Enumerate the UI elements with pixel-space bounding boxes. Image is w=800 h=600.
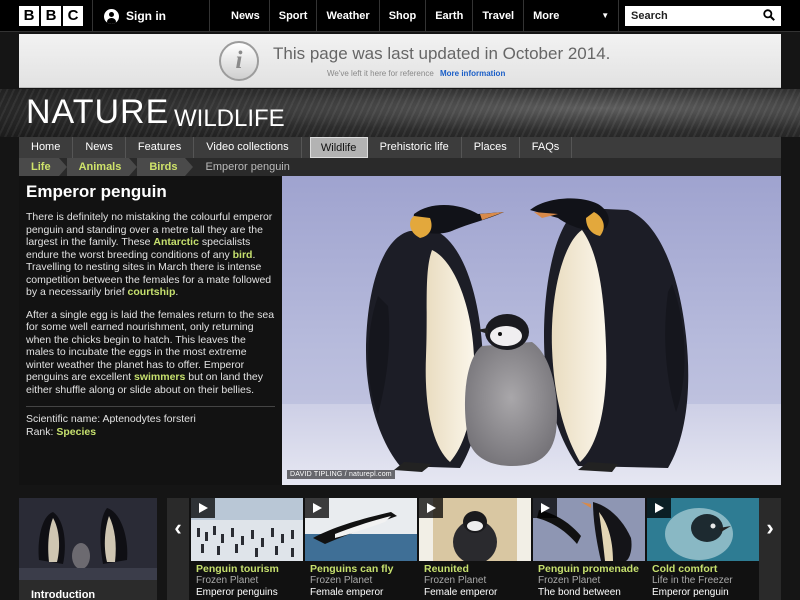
play-icon: [647, 498, 671, 518]
nature-header: NATURE WILDLIFE: [0, 89, 800, 137]
global-nav-travel[interactable]: Travel: [473, 0, 525, 32]
nav-news[interactable]: News: [73, 137, 126, 158]
bbc-logo[interactable]: B B C: [19, 6, 83, 26]
article-paragraph-2: After a single egg is laid the females r…: [26, 309, 275, 397]
breadcrumb-life[interactable]: Life: [19, 158, 67, 176]
clip-card[interactable]: Penguin promenade Frozen Planet The bond…: [533, 498, 645, 600]
hero-photo: DAVID TIPLING / naturepl.com: [282, 176, 781, 485]
clip-carousel: ‹ Penguin tourism Frozen Planet Emperor …: [167, 498, 781, 600]
archive-notice: i This page was last updated in October …: [19, 34, 781, 88]
p1-text-4: .: [175, 286, 179, 298]
rank: Rank: Species: [26, 426, 275, 439]
article-paragraph-1: There is definitely no mistaking the col…: [26, 211, 275, 299]
section-title[interactable]: WILDLIFE: [174, 105, 285, 133]
clip-description: Emperor penguins: [196, 587, 278, 598]
site-title[interactable]: NATURE: [26, 93, 169, 132]
nav-features[interactable]: Features: [126, 137, 195, 158]
introduction-thumbnail: [19, 498, 157, 580]
clip-programme: Frozen Planet: [538, 575, 601, 586]
search-icon[interactable]: [763, 9, 775, 21]
logo-letter-b2: B: [41, 6, 61, 26]
logo-letter-c: C: [63, 6, 83, 26]
breadcrumb-birds[interactable]: Birds: [137, 158, 194, 176]
play-icon: [419, 498, 443, 518]
clip-title: Cold comfort: [652, 563, 718, 575]
nav-video-collections[interactable]: Video collections: [194, 137, 302, 158]
search-input[interactable]: [625, 7, 755, 25]
nav-prehistoric-life[interactable]: Prehistoric life: [368, 137, 462, 158]
global-nav-shop[interactable]: Shop: [380, 0, 427, 32]
photo-credit: DAVID TIPLING / naturepl.com: [287, 470, 395, 479]
page-title: Emperor penguin: [26, 182, 167, 201]
more-information-link[interactable]: More information: [440, 69, 505, 78]
emperor-penguins-image: [282, 176, 781, 485]
link-bird[interactable]: bird: [233, 249, 253, 261]
info-icon: i: [219, 41, 259, 81]
carousel-prev-button[interactable]: ‹: [167, 498, 189, 600]
notice-message: This page was last updated in October 20…: [273, 44, 611, 63]
global-nav-more[interactable]: More ▼: [524, 0, 620, 32]
breadcrumb-current: Emperor penguin: [205, 161, 290, 173]
clip-title: Penguin promenade: [538, 563, 639, 575]
global-nav-earth[interactable]: Earth: [426, 0, 474, 32]
clip-title: Reunited: [424, 563, 469, 575]
rank-label: Rank:: [26, 426, 57, 438]
signin-button[interactable]: Sign in: [92, 0, 210, 32]
nav-home[interactable]: Home: [19, 137, 74, 158]
article-body: There is definitely no mistaking the col…: [26, 211, 275, 396]
logo-letter-b1: B: [19, 6, 39, 26]
notice-reference-text: We've left it here for reference: [327, 69, 434, 78]
bbc-global-bar: B B C Sign in News Sport Weather Shop Ea…: [0, 0, 800, 32]
breadcrumb-animals[interactable]: Animals: [66, 158, 138, 176]
link-species[interactable]: Species: [56, 426, 96, 438]
clip-description: Female emperor: [310, 587, 384, 598]
clip-programme: Frozen Planet: [310, 575, 373, 586]
link-courtship[interactable]: courtship: [128, 286, 176, 298]
scientific-name: Scientific name: Aptenodytes forsteri: [26, 413, 196, 425]
taxonomy-info: Scientific name: Aptenodytes forsteri Ra…: [26, 406, 275, 439]
introduction-card[interactable]: Introduction: [19, 498, 157, 600]
clip-description: Female emperor: [424, 587, 498, 598]
video-clip-strip: Introduction ‹ Penguin tourism Frozen Pl…: [19, 492, 781, 600]
nav-wildlife[interactable]: Wildlife: [309, 137, 368, 158]
global-nav-weather[interactable]: Weather: [317, 0, 380, 32]
clip-card[interactable]: Cold comfort Life in the Freezer Emperor…: [647, 498, 759, 600]
link-swimmers[interactable]: swimmers: [134, 371, 185, 383]
more-label: More: [533, 10, 560, 22]
breadcrumb: Life Animals Birds Emperor penguin: [19, 158, 781, 176]
clip-programme: Frozen Planet: [424, 575, 487, 586]
user-icon: [104, 8, 119, 24]
clip-description: Emperor penguin: [652, 587, 729, 598]
chevron-down-icon: ▼: [601, 11, 610, 20]
nav-faqs[interactable]: FAQs: [520, 137, 573, 158]
signin-label: Sign in: [126, 9, 166, 23]
clip-programme: Life in the Freezer: [652, 575, 733, 586]
global-nav: News Sport Weather Shop Earth Travel Mor…: [222, 0, 620, 32]
nav-places[interactable]: Places: [462, 137, 520, 158]
link-antarctic[interactable]: Antarctic: [153, 236, 199, 248]
play-icon: [533, 498, 557, 518]
search-box: [625, 6, 781, 26]
notice-subtext: We've left it here for reference More in…: [327, 69, 505, 78]
clip-card[interactable]: Penguin tourism Frozen Planet Emperor pe…: [191, 498, 303, 600]
clip-description: The bond between: [538, 587, 621, 598]
clip-title: Penguins can fly: [310, 563, 394, 575]
primary-nav: Home News Features Video collections Wil…: [19, 137, 781, 158]
play-icon: [191, 498, 215, 518]
introduction-label: Introduction: [31, 589, 96, 600]
clip-programme: Frozen Planet: [196, 575, 259, 586]
species-article: Emperor penguin There is definitely no m…: [19, 176, 282, 485]
carousel-next-button[interactable]: ›: [759, 498, 781, 600]
play-icon: [305, 498, 329, 518]
global-nav-sport[interactable]: Sport: [270, 0, 318, 32]
clip-title: Penguin tourism: [196, 563, 279, 575]
clip-card[interactable]: Penguins can fly Frozen Planet Female em…: [305, 498, 417, 600]
clip-card[interactable]: Reunited Frozen Planet Female emperor: [419, 498, 531, 600]
global-nav-news[interactable]: News: [222, 0, 270, 32]
